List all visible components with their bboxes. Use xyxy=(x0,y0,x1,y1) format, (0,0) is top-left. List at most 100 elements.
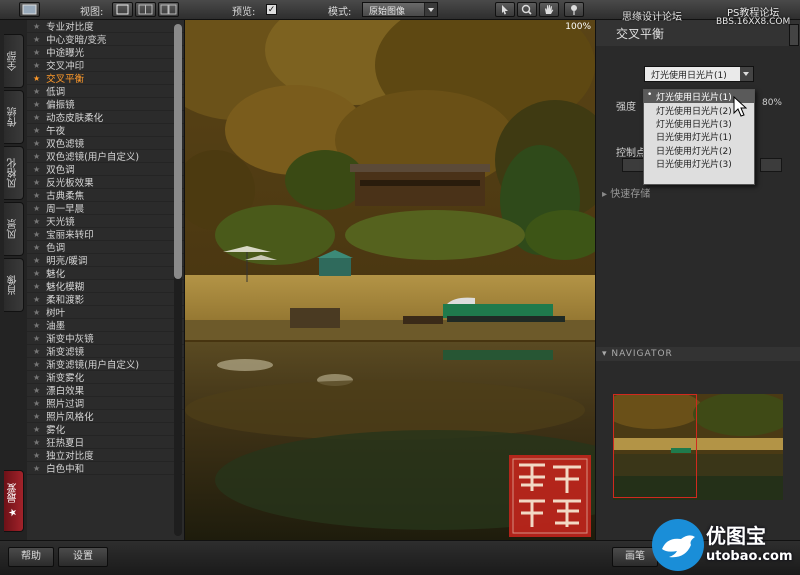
star-icon[interactable]: ★ xyxy=(33,139,40,148)
view-split-button[interactable] xyxy=(135,2,156,17)
filter-label: 独立对比度 xyxy=(46,451,94,462)
chevron-down-icon xyxy=(424,3,437,16)
filter-label: 渐变滤镜(用户自定义) xyxy=(46,360,140,371)
pin-icon xyxy=(571,5,577,15)
filter-label: 双色调 xyxy=(46,165,75,176)
star-icon[interactable]: ★ xyxy=(33,321,40,330)
star-icon[interactable]: ★ xyxy=(33,35,40,44)
tab-traditional[interactable]: 传统 xyxy=(4,90,24,144)
layout-toggle-button[interactable] xyxy=(19,2,40,17)
star-icon[interactable]: ★ xyxy=(33,347,40,356)
single-view-icon xyxy=(22,4,37,15)
star-icon[interactable]: ★ xyxy=(33,308,40,317)
star-icon[interactable]: ★ xyxy=(33,74,40,83)
mode-select-value: 原始图像 xyxy=(369,7,406,17)
star-icon[interactable]: ★ xyxy=(33,165,40,174)
split-pane-icon xyxy=(138,4,153,15)
red-seal-stamp xyxy=(509,455,591,537)
dropdown-option[interactable]: 灯光使用日光片(3) xyxy=(644,117,754,130)
preset-select[interactable]: 灯光使用日光片(1) xyxy=(644,66,754,82)
star-icon[interactable]: ★ xyxy=(33,256,40,265)
star-icon[interactable]: ★ xyxy=(33,191,40,200)
navigator-header[interactable]: NAVIGATOR xyxy=(596,347,800,361)
tab-favorites[interactable]: ★ 最爱 xyxy=(4,470,24,532)
tab-landscape[interactable]: 风景 xyxy=(4,202,24,256)
star-icon[interactable]: ★ xyxy=(33,48,40,57)
settings-button[interactable]: 设置 xyxy=(58,547,108,567)
dropdown-option[interactable]: 日光使用灯光片(2) xyxy=(644,144,754,157)
star-icon[interactable]: ★ xyxy=(33,87,40,96)
star-icon[interactable]: ★ xyxy=(33,412,40,421)
star-icon[interactable]: ★ xyxy=(33,386,40,395)
star-icon[interactable]: ★ xyxy=(33,126,40,135)
pin-tool-button[interactable] xyxy=(564,2,584,17)
star-icon[interactable]: ★ xyxy=(33,334,40,343)
star-icon[interactable]: ★ xyxy=(33,425,40,434)
zoom-level: 100% xyxy=(565,22,591,32)
scrollbar-thumb[interactable] xyxy=(174,24,182,279)
filter-label: 动态皮肤柔化 xyxy=(46,113,104,124)
filter-label: 雾化 xyxy=(46,425,66,436)
chevron-down-icon xyxy=(740,67,753,81)
filter-label: 渐变中灰镜 xyxy=(46,334,94,345)
arrow-cursor-icon xyxy=(502,5,508,15)
watermark-ps-url: BBS.16XX8.COM xyxy=(716,17,791,27)
star-icon[interactable]: ★ xyxy=(33,438,40,447)
star-icon[interactable]: ★ xyxy=(33,399,40,408)
mode-select[interactable]: 原始图像 xyxy=(362,2,438,17)
navigator-viewport-box[interactable] xyxy=(613,394,697,498)
filter-label: 双色滤镜 xyxy=(46,139,85,150)
navigator-thumbnail[interactable] xyxy=(613,394,783,500)
filter-label: 柔和渡影 xyxy=(46,295,85,306)
star-icon[interactable]: ★ xyxy=(33,269,40,278)
preview-checkbox[interactable]: ✓ xyxy=(266,4,277,15)
quick-save-section[interactable]: 快速存储 xyxy=(602,185,650,200)
filter-label: 宝丽来转印 xyxy=(46,230,94,241)
panel-scroll-arrow[interactable] xyxy=(789,24,799,46)
star-icon[interactable]: ★ xyxy=(33,464,40,473)
photo-preview[interactable]: 100% xyxy=(185,20,595,540)
filter-label: 魅化模糊 xyxy=(46,282,85,293)
star-icon: ★ xyxy=(8,507,19,519)
star-icon[interactable]: ★ xyxy=(33,204,40,213)
control-point-remove-button[interactable] xyxy=(760,158,782,172)
view-single-button[interactable] xyxy=(112,2,133,17)
hand-icon xyxy=(545,5,554,14)
filter-label: 渐变滤镜 xyxy=(46,347,85,358)
zoom-tool-button[interactable] xyxy=(517,2,537,17)
star-icon[interactable]: ★ xyxy=(33,360,40,369)
pointer-tool-button[interactable] xyxy=(495,2,515,17)
preset-select-value: 灯光使用日光片(1) xyxy=(651,71,727,81)
tab-stylize[interactable]: 风格化 xyxy=(4,146,24,200)
tab-portrait[interactable]: 肖像 xyxy=(4,258,24,312)
filter-list-item[interactable]: ★ 白色中和 xyxy=(27,462,184,475)
star-icon[interactable]: ★ xyxy=(33,217,40,226)
star-icon[interactable]: ★ xyxy=(33,373,40,382)
star-icon[interactable]: ★ xyxy=(33,282,40,291)
star-icon[interactable]: ★ xyxy=(33,295,40,304)
hand-tool-button[interactable] xyxy=(539,2,559,17)
filter-label: 低调 xyxy=(46,87,66,98)
filter-list-scrollbar[interactable] xyxy=(174,24,182,536)
star-icon[interactable]: ★ xyxy=(33,230,40,239)
filter-label: 渐变雾化 xyxy=(46,373,85,384)
help-button[interactable]: 帮助 xyxy=(8,547,54,567)
utobao-name: 优图宝 xyxy=(706,524,766,548)
watermark-site-cn: 思缘设计论坛 xyxy=(622,12,682,23)
view-side-by-side-button[interactable] xyxy=(158,2,179,17)
landscape-photo xyxy=(185,20,595,540)
star-icon[interactable]: ★ xyxy=(33,22,40,31)
preview-label: 预览: xyxy=(232,7,256,18)
star-icon[interactable]: ★ xyxy=(33,243,40,252)
filter-label: 周一早晨 xyxy=(46,204,85,215)
dropdown-option[interactable]: 日光使用灯光片(3) xyxy=(644,157,754,170)
filter-label: 魅化 xyxy=(46,269,66,280)
star-icon[interactable]: ★ xyxy=(33,100,40,109)
tab-all[interactable]: 全部 xyxy=(4,34,24,88)
dropdown-option[interactable]: 日光使用灯光片(1) xyxy=(644,130,754,143)
star-icon[interactable]: ★ xyxy=(33,152,40,161)
star-icon[interactable]: ★ xyxy=(33,61,40,70)
star-icon[interactable]: ★ xyxy=(33,113,40,122)
star-icon[interactable]: ★ xyxy=(33,178,40,187)
star-icon[interactable]: ★ xyxy=(33,451,40,460)
